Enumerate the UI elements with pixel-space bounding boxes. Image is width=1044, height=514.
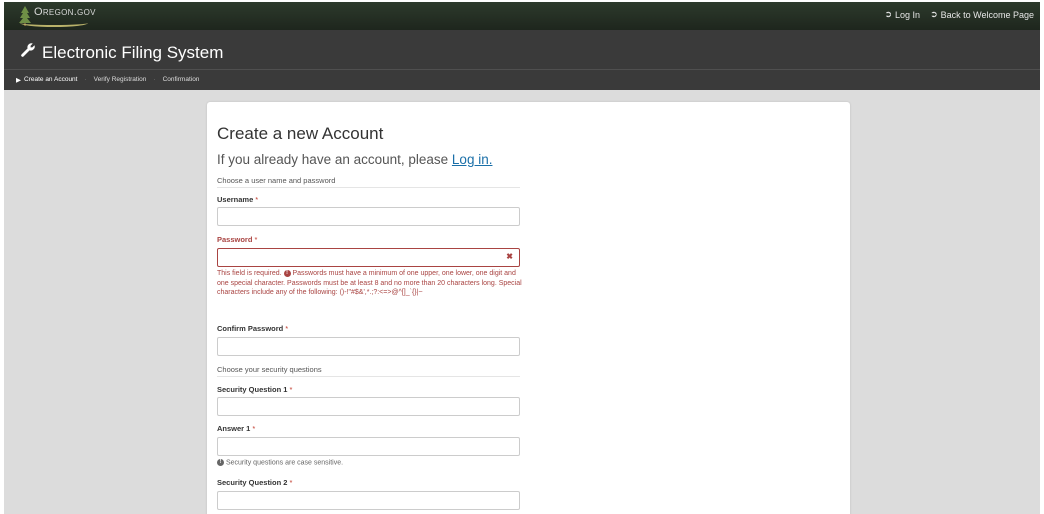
password-error-message: This field is required. ! Passwords must… bbox=[217, 269, 525, 298]
security-question-1-input[interactable] bbox=[217, 397, 520, 416]
login-prompt-text: If you already have an account, please bbox=[217, 152, 449, 167]
security-question-1-label: Security Question 1 * bbox=[217, 385, 292, 394]
progress-steps: ▶ Create an Account · Verify Registratio… bbox=[4, 69, 1040, 89]
step-label: Confirmation bbox=[162, 76, 200, 83]
answer-1-label-text: Answer 1 bbox=[217, 424, 251, 433]
password-label-text: Password bbox=[217, 235, 253, 244]
page-title: Create a new Account bbox=[217, 124, 384, 143]
password-label: Password * bbox=[217, 235, 257, 244]
info-circle-icon: ! bbox=[217, 459, 224, 466]
top-bar: Oregon.gov ➲ Log In ➲ Back to Welcome Pa… bbox=[4, 2, 1040, 30]
security-question-1-label-text: Security Question 1 bbox=[217, 385, 288, 394]
credentials-section-title: Choose a user name and password bbox=[217, 176, 520, 188]
case-sensitive-hint: ! Security questions are case sensitive. bbox=[217, 459, 343, 466]
login-link[interactable]: ➲ Log In bbox=[884, 9, 920, 20]
security-question-2-label: Security Question 2 * bbox=[217, 478, 292, 487]
step-confirmation: Confirmation bbox=[163, 76, 200, 83]
required-mark: * bbox=[255, 195, 259, 204]
step-separator: · bbox=[153, 76, 156, 83]
info-circle-icon: ! bbox=[283, 269, 291, 277]
password-input[interactable]: ✖ bbox=[217, 248, 520, 267]
logo-text: Oregon.gov bbox=[34, 6, 96, 18]
username-label: Username * bbox=[217, 195, 258, 204]
wrench-icon bbox=[20, 42, 36, 63]
confirm-password-input[interactable] bbox=[217, 337, 520, 356]
security-question-2-label-text: Security Question 2 bbox=[217, 478, 288, 487]
app-header: Electronic Filing System ▶ Create an Acc… bbox=[4, 30, 1040, 90]
step-verify-registration: Verify Registration bbox=[94, 76, 147, 83]
confirm-password-label: Confirm Password * bbox=[217, 324, 288, 333]
step-label: Verify Registration bbox=[93, 76, 147, 83]
login-prompt: If you already have an account, please L… bbox=[217, 152, 492, 167]
required-error-text: This field is required. bbox=[217, 270, 282, 277]
answer-1-label: Answer 1 * bbox=[217, 424, 255, 433]
required-mark: * bbox=[289, 385, 293, 394]
step-label: Create an Account bbox=[24, 76, 78, 83]
step-separator: · bbox=[84, 76, 87, 83]
oregon-logo[interactable]: Oregon.gov bbox=[18, 4, 96, 28]
step-create-account: ▶ Create an Account bbox=[16, 76, 77, 84]
required-mark: * bbox=[285, 324, 289, 333]
login-label: Log In bbox=[895, 9, 921, 20]
account-form-card: Create a new Account If you already have… bbox=[207, 102, 850, 514]
username-label-text: Username bbox=[217, 195, 254, 204]
back-to-welcome-link[interactable]: ➲ Back to Welcome Page bbox=[930, 9, 1034, 20]
sign-in-icon: ➲ bbox=[884, 9, 893, 19]
login-in-link[interactable]: Log in. bbox=[452, 152, 493, 167]
required-mark: * bbox=[254, 235, 258, 244]
answer-1-input[interactable] bbox=[217, 437, 520, 456]
top-links: ➲ Log In ➲ Back to Welcome Page bbox=[884, 9, 1034, 20]
app-title: Electronic Filing System bbox=[20, 42, 223, 63]
username-input[interactable] bbox=[217, 207, 520, 226]
page-frame: Oregon.gov ➲ Log In ➲ Back to Welcome Pa… bbox=[4, 2, 1040, 514]
case-hint-text: Security questions are case sensitive. bbox=[225, 459, 344, 467]
error-x-icon: ✖ bbox=[506, 252, 513, 261]
confirm-password-label-text: Confirm Password bbox=[217, 324, 284, 333]
caret-right-icon: ▶ bbox=[16, 76, 21, 84]
app-title-text: Electronic Filing System bbox=[42, 42, 224, 62]
sign-out-icon: ➲ bbox=[930, 9, 938, 19]
logo-swoosh bbox=[20, 19, 88, 27]
security-question-2-input[interactable] bbox=[217, 491, 520, 510]
back-label: Back to Welcome Page bbox=[940, 9, 1034, 20]
required-mark: * bbox=[252, 424, 256, 433]
required-mark: * bbox=[289, 478, 293, 487]
security-section-title: Choose your security questions bbox=[217, 365, 520, 377]
